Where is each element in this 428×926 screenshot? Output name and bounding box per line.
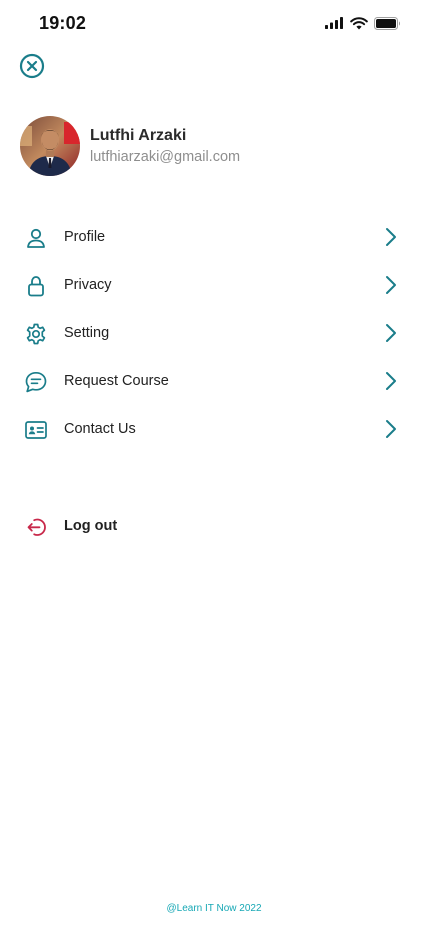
status-icons (325, 15, 401, 31)
wifi-icon (350, 16, 368, 29)
menu-label-profile: Profile (64, 229, 106, 245)
logout-icon (27, 518, 46, 536)
gear-icon (26, 323, 46, 345)
menu-item-request-course[interactable]: Request Course (0, 357, 428, 405)
close-button[interactable] (19, 53, 45, 79)
chevron-right-icon (386, 276, 396, 294)
avatar-image (20, 116, 80, 176)
menu-label-privacy: Privacy (64, 277, 112, 293)
chevron-right-icon (386, 372, 396, 390)
menu-item-setting[interactable]: Setting (0, 309, 428, 357)
status-bar: 19:02 (0, 0, 428, 46)
menu-label-request-course: Request Course (64, 373, 169, 389)
user-icon (27, 228, 45, 248)
menu-list: Profile Privacy Setting Request Course C… (0, 213, 428, 453)
chevron-right-icon (386, 324, 396, 342)
profile-name: Lutfhi Arzaki (90, 126, 187, 144)
cellular-signal-icon (325, 17, 343, 29)
profile-header: Lutfhi Arzaki lutfhiarzaki@gmail.com (20, 116, 240, 176)
chevron-right-icon (386, 228, 396, 246)
side-menu-screen: 19:02 Lutfhi Arzaki lutfhiarzaki@gmail.c… (0, 0, 428, 926)
menu-label-setting: Setting (64, 325, 110, 341)
chevron-right-icon (386, 420, 396, 438)
lock-icon (28, 276, 44, 297)
menu-label-contact-us: Contact Us (64, 421, 136, 437)
logout-button[interactable]: Log out (0, 512, 200, 540)
menu-item-privacy[interactable]: Privacy (0, 261, 428, 309)
avatar (20, 116, 80, 176)
status-time: 19:02 (39, 13, 87, 33)
menu-item-profile[interactable]: Profile (0, 213, 428, 261)
footer-copyright: @Learn IT Now 2022 (166, 903, 262, 914)
chat-bubble-icon (25, 371, 47, 393)
profile-email: lutfhiarzaki@gmail.com (90, 148, 241, 165)
profile-text: Lutfhi Arzaki lutfhiarzaki@gmail.com (90, 126, 240, 167)
logout-label: Log out (64, 518, 118, 534)
contact-card-icon (25, 421, 47, 439)
menu-item-contact-us[interactable]: Contact Us (0, 405, 428, 453)
close-circle-icon (19, 53, 45, 79)
battery-icon (374, 16, 400, 30)
